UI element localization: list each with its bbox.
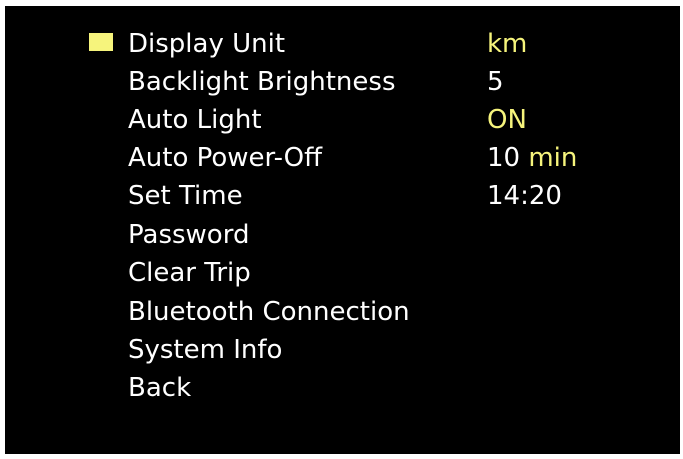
menu-item-label: System Info [128, 335, 283, 365]
menu-item-label: Password [128, 220, 250, 250]
menu-item-value-unit: min [528, 143, 578, 173]
menu-item-label: Set Time [128, 181, 243, 211]
menu-item-auto-power-off[interactable]: Auto Power-Off 10 min [5, 139, 680, 177]
menu-item-label: Back [128, 373, 192, 403]
menu-item-bluetooth-connection[interactable]: Bluetooth Connection [5, 293, 680, 331]
menu-item-label: Bluetooth Connection [128, 297, 410, 327]
menu-item-label: Clear Trip [128, 258, 251, 288]
menu-item-back[interactable]: Back [5, 369, 680, 407]
settings-screen: Display Unit km Backlight Brightness 5 A… [5, 6, 680, 454]
menu-item-value-number: 10 [487, 143, 521, 173]
menu-item-password[interactable]: Password [5, 216, 680, 254]
menu-item-label: Auto Power-Off [128, 143, 323, 173]
menu-item-backlight-brightness[interactable]: Backlight Brightness 5 [5, 63, 680, 101]
menu-item-label: Auto Light [128, 105, 262, 135]
menu-item-value: 5 [487, 67, 504, 97]
menu-item-label: Display Unit [128, 29, 286, 59]
menu-item-label: Backlight Brightness [128, 67, 396, 97]
menu-item-auto-light[interactable]: Auto Light ON [5, 101, 680, 139]
menu-item-value: 10 min [487, 139, 577, 177]
menu-item-value: 14:20 [487, 181, 562, 211]
menu-item-system-info[interactable]: System Info [5, 331, 680, 369]
menu-item-clear-trip[interactable]: Clear Trip [5, 254, 680, 292]
menu-item-value: ON [487, 105, 527, 135]
menu-item-display-unit[interactable]: Display Unit km [5, 25, 680, 63]
menu-item-value: km [487, 29, 528, 59]
menu-item-set-time[interactable]: Set Time 14:20 [5, 177, 680, 215]
